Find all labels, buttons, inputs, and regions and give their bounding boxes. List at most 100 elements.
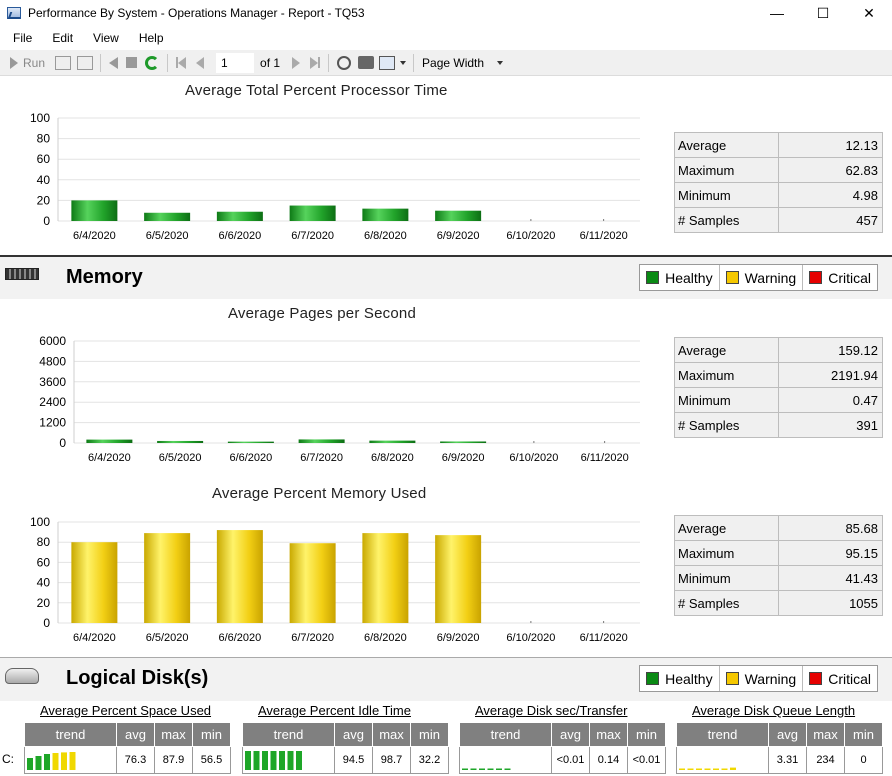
warning-swatch (725, 672, 739, 685)
disk-metric-table: trend avg max min 3.31 234 0 (676, 722, 883, 774)
trend-bar (296, 751, 302, 770)
stat-row: Average 85.68 (674, 515, 883, 541)
column-header-avg: avg (551, 722, 590, 747)
parameters-icon[interactable] (77, 55, 94, 70)
window-controls: — ☐ ✕ (754, 0, 892, 26)
bar (289, 543, 336, 623)
run-button[interactable]: Run (10, 56, 45, 70)
app-chart-icon (7, 7, 21, 19)
previous-page-icon[interactable] (196, 56, 205, 69)
chevron-down-icon (497, 60, 504, 65)
stat-label: Minimum (674, 182, 779, 208)
print-icon[interactable] (358, 56, 375, 69)
stat-label: Average (674, 337, 779, 363)
x-tick-label: 6/9/2020 (437, 632, 480, 644)
stat-label: # Samples (674, 590, 779, 616)
bar (216, 530, 263, 623)
column-header-max: max (589, 722, 628, 747)
bar (71, 542, 118, 623)
disk-max-value: 234 (806, 746, 845, 774)
trend-bar (730, 767, 736, 770)
stat-label: Average (674, 132, 779, 158)
x-tick-label: 6/11/2020 (580, 632, 628, 644)
refresh-icon[interactable] (145, 55, 160, 70)
disk-metric-title[interactable]: Average Disk Queue Length (692, 703, 855, 718)
stat-row: # Samples 1055 (674, 590, 883, 616)
toolbar-separator (167, 53, 169, 72)
trend-sparkbars (24, 746, 117, 774)
stop-icon[interactable] (126, 57, 138, 68)
disk-metric-title[interactable]: Average Percent Idle Time (258, 703, 411, 718)
stat-value: 95.15 (778, 540, 883, 566)
legend-label: Warning (744, 670, 797, 687)
disk-min-value: 0 (844, 746, 883, 774)
next-page-icon[interactable] (292, 56, 301, 69)
trend-bar (52, 753, 59, 770)
back-icon[interactable] (109, 56, 119, 69)
minimize-button[interactable]: — (754, 0, 800, 26)
find-icon[interactable] (337, 55, 352, 70)
zoom-select[interactable]: Page Width (418, 56, 510, 70)
trend-bar (35, 756, 42, 770)
stat-label: Minimum (674, 387, 779, 413)
maximize-button[interactable]: ☐ (800, 0, 846, 26)
export-icon[interactable] (379, 55, 396, 70)
stat-row: Maximum 62.83 (674, 157, 883, 183)
disk-min-value: <0.01 (627, 746, 666, 774)
trend-bar (496, 768, 502, 770)
trend-bar (479, 768, 485, 770)
last-page-icon[interactable] (310, 56, 321, 69)
stat-row: Minimum 41.43 (674, 565, 883, 591)
disk-avg-value: 76.3 (116, 746, 155, 774)
legend-label: Healthy (665, 670, 713, 687)
stat-value: 62.83 (778, 157, 883, 183)
close-button[interactable]: ✕ (846, 0, 892, 26)
window-title: Performance By System - Operations Manag… (28, 6, 365, 20)
export-dropdown-icon[interactable] (400, 60, 407, 65)
x-tick-label: 6/4/2020 (73, 632, 116, 644)
stat-value: 12.13 (778, 132, 883, 158)
trend-bar (69, 752, 76, 770)
y-tick-label: 80 (37, 535, 51, 549)
stat-row: Minimum 4.98 (674, 182, 883, 208)
disk-metric-title[interactable]: Average Percent Space Used (40, 703, 211, 718)
disk-drive-icon (5, 668, 39, 684)
toolbar-separator (100, 53, 102, 72)
page-count-label: of 1 (260, 55, 281, 70)
trend-sparkbars (676, 746, 769, 774)
trend-bar (245, 751, 251, 770)
x-tick-label: 6/7/2020 (291, 632, 334, 644)
y-tick-label: 40 (37, 576, 51, 590)
legend-critical: Critical (803, 666, 877, 691)
legend-label: Healthy (665, 269, 713, 286)
column-header-min: min (844, 722, 883, 747)
menu-edit[interactable]: Edit (45, 31, 80, 45)
first-page-icon[interactable] (176, 56, 187, 69)
column-header-max: max (372, 722, 411, 747)
disk-avg-value: 94.5 (334, 746, 373, 774)
critical-swatch (809, 271, 823, 284)
drive-label: C: (2, 752, 14, 766)
legend-critical: Critical (803, 265, 877, 290)
y-tick-label: 100 (30, 515, 50, 529)
stat-label: # Samples (674, 412, 779, 438)
stat-value: 85.68 (778, 515, 883, 541)
disk-metric-title[interactable]: Average Disk sec/Transfer (475, 703, 627, 718)
stat-value: 4.98 (778, 182, 883, 208)
stat-value: 1055 (778, 590, 883, 616)
column-header-max: max (806, 722, 845, 747)
menu-file[interactable]: File (6, 31, 39, 45)
menu-view[interactable]: View (86, 31, 126, 45)
document-map-icon[interactable] (55, 55, 72, 70)
memory-used-stats-table: Average 85.68 Maximum 95.15 Minimum 41.43 #… (674, 515, 883, 616)
trend-bar (687, 768, 694, 770)
page-number-input[interactable] (216, 52, 255, 73)
column-header-trend: trend (24, 722, 117, 747)
health-legend: Healthy Warning Critical (639, 264, 878, 291)
column-header-trend: trend (676, 722, 769, 747)
logical-disk-section-header: Logical Disk(s) Healthy Warning Critical (0, 657, 892, 701)
memory-used-chart: 0 20 40 60 80 100 6/4/2020 6/5/2020 6/6/2020 6/7/… (30, 515, 640, 644)
menu-help[interactable]: Help (132, 31, 171, 45)
disk-max-value: 0.14 (589, 746, 628, 774)
table-row: 76.3 87.9 56.5 (24, 746, 231, 774)
